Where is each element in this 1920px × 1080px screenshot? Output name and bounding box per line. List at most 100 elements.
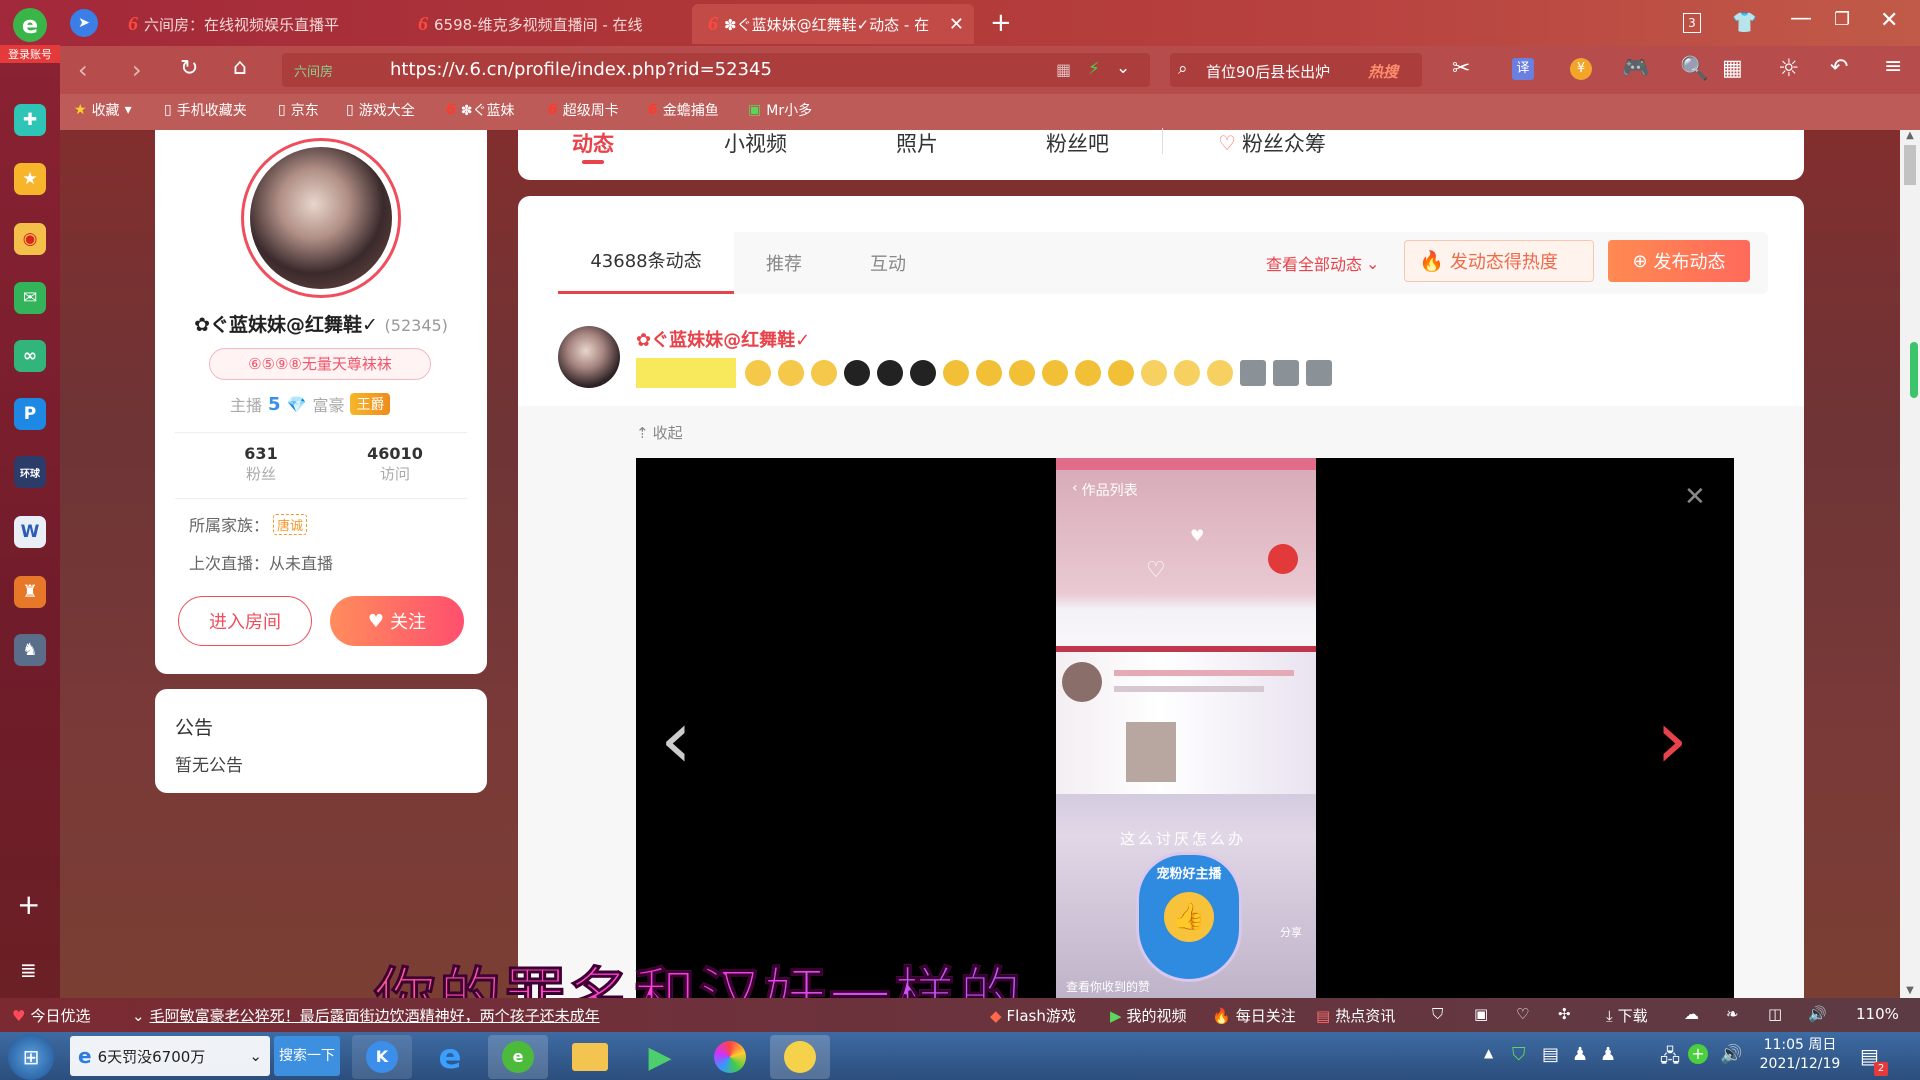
bookmark-fishing[interactable]: 6 金蟾捕鱼 <box>648 100 719 120</box>
taskbar-folder-icon[interactable] <box>560 1035 620 1079</box>
brightness-icon[interactable]: ☼ <box>1778 54 1800 82</box>
apps-grid-icon[interactable]: ▦ <box>1722 56 1743 81</box>
image-tool-icon[interactable]: ▣ <box>1474 1005 1488 1023</box>
bookmark-mobile[interactable]: ▯ 手机收藏夹 <box>164 100 247 120</box>
publish-button[interactable]: ⊕ 发布动态 <box>1608 240 1750 282</box>
shield-tool-icon[interactable]: ⛉ <box>1432 1005 1443 1023</box>
taskbar-ie-icon[interactable]: e <box>420 1035 480 1079</box>
mail-icon[interactable]: ✉ <box>14 282 46 314</box>
feed-tab-interaction[interactable]: 互动 <box>870 250 906 276</box>
taskbar-color-icon[interactable] <box>700 1035 760 1079</box>
login-account[interactable]: e 登录账号 <box>0 8 60 74</box>
fans-stat[interactable]: 631 粉丝 <box>221 444 301 484</box>
tray-doc-icon[interactable]: ▤ <box>1542 1044 1559 1065</box>
post-avatar[interactable] <box>558 326 620 388</box>
news-flash-games[interactable]: ◆ Flash游戏 <box>990 1005 1076 1026</box>
word-app-icon[interactable]: W <box>14 516 46 548</box>
tray-network-icon[interactable]: 🖧 <box>1660 1044 1680 1074</box>
cloud-tool-icon[interactable]: ☁ <box>1684 1005 1699 1023</box>
coin-icon[interactable]: ¥ <box>1570 58 1592 80</box>
nav-tab-crowdfund[interactable]: ♡ 粉丝众筹 <box>1218 128 1326 158</box>
heartbeat-tool-icon[interactable]: ♡ <box>1516 1005 1529 1023</box>
news-download[interactable]: ⤓ 下载 <box>1606 1005 1648 1026</box>
menu-icon[interactable]: ≡ <box>1884 54 1902 79</box>
start-button[interactable]: ⊞ <box>8 1034 54 1080</box>
url-text[interactable]: https://v.6.cn/profile/index.php?rid=523… <box>390 59 772 80</box>
family-badge[interactable]: 唐诚 <box>273 513 308 535</box>
qr-icon[interactable]: ▦ <box>1056 60 1071 79</box>
tab-profile-active[interactable]: 6 ✽ぐ蓝妹妹@红舞鞋✓动态 - 在 ✕ <box>692 4 974 44</box>
close-window-button[interactable]: ✕ <box>1880 8 1898 33</box>
news-my-videos[interactable]: ▶ 我的视频 <box>1110 1005 1187 1026</box>
chevron-down-icon[interactable]: ⌄ <box>1116 58 1130 78</box>
leaf-tool-icon[interactable]: ❧ <box>1726 1005 1739 1023</box>
taskbar-video-icon[interactable]: ▶ <box>630 1035 690 1079</box>
post-author[interactable]: ✿ぐ蓝妹妹@红舞鞋✓ <box>636 326 810 352</box>
news-daily-focus[interactable]: 🔥 每日关注 <box>1212 1005 1296 1026</box>
translate-icon[interactable]: 译 <box>1512 58 1534 80</box>
next-arrow-icon[interactable]: › <box>1656 700 1688 780</box>
enter-room-button[interactable]: 进入房间 <box>178 596 312 646</box>
taskbar-avatar-icon[interactable] <box>770 1035 830 1079</box>
reload-button[interactable]: ↻ <box>180 56 198 81</box>
nav-tab-fan-bar[interactable]: 粉丝吧 <box>1046 128 1109 158</box>
scroll-thumb[interactable] <box>1904 145 1916 185</box>
side-green-handle[interactable] <box>1910 342 1918 398</box>
address-bar[interactable]: 六间房 https://v.6.cn/profile/index.php?rid… <box>282 53 1150 87</box>
tray-volume-icon[interactable]: 🔊 <box>1720 1044 1742 1065</box>
gamepad-icon[interactable]: 🎮 <box>1622 56 1649 81</box>
nav-tab-photos[interactable]: 照片 <box>896 128 938 158</box>
bookmark-jd[interactable]: ▯ 京东 <box>278 100 319 120</box>
pp-app-icon[interactable]: P <box>14 398 46 430</box>
avatar[interactable] <box>241 138 401 298</box>
taskbar-k-icon[interactable]: K <box>352 1035 412 1079</box>
plus-app-icon[interactable]: ✚ <box>14 104 46 136</box>
undo-icon[interactable]: ↶ <box>1830 55 1848 80</box>
news-headline[interactable]: ⌄ 毛阿敏富豪老公猝死！最后露面街边饮酒精神好，两个孩子还未成年 <box>132 1005 600 1026</box>
sidebar-add-icon[interactable]: + <box>17 888 40 921</box>
tray-qq2-icon[interactable]: ♟ <box>1600 1044 1616 1065</box>
hot-post-button[interactable]: 🔥 发动态得热度 <box>1404 240 1594 282</box>
taskbar-ie-item[interactable]: e 6天罚没6700万 ⌄ <box>70 1036 270 1076</box>
news-app-icon[interactable]: 环球 <box>14 456 46 488</box>
taskbar-browser-icon[interactable]: e <box>488 1035 548 1079</box>
tab-6598-room[interactable]: 6 6598-维克多视频直播间 - 在线 <box>402 4 690 44</box>
search-tool-icon[interactable]: 🔍 <box>1680 55 1709 82</box>
game2-app-icon[interactable]: ♞ <box>14 634 46 666</box>
skin-icon[interactable]: 👕 <box>1732 10 1757 34</box>
scroll-up-icon[interactable]: ▲ <box>1900 130 1920 141</box>
follow-button[interactable]: ♥ 关注 <box>330 596 464 646</box>
prev-arrow-icon[interactable]: ‹ <box>660 700 692 780</box>
fan-medal[interactable]: ⑥⑤⑨⑧无量天尊袜袜 <box>209 348 431 380</box>
search-input[interactable]: 首位90后县长出炉 <box>1206 61 1330 82</box>
scissors-icon[interactable]: ✂ <box>1452 56 1470 81</box>
tray-shield-icon[interactable]: ⛉ <box>1512 1044 1526 1065</box>
page-scrollbar[interactable]: ▲ ▼ <box>1900 130 1920 998</box>
back-button[interactable]: ‹ <box>78 56 88 84</box>
nav-tab-feed[interactable]: 动态 <box>572 128 614 158</box>
taskbar-search-button[interactable]: 搜索一下 <box>274 1036 340 1076</box>
lightning-icon[interactable]: ⚡ <box>1088 59 1100 79</box>
hot-search-badge[interactable]: 热搜 <box>1368 61 1398 82</box>
zoom-level[interactable]: 110% <box>1856 1005 1899 1023</box>
restore-button[interactable]: ❐ <box>1834 9 1850 30</box>
nav-tab-short-videos[interactable]: 小视频 <box>724 128 787 158</box>
tray-qq-icon[interactable]: ♟ <box>1572 1044 1588 1065</box>
bookmark-weekly-card[interactable]: 6 超级周卡 <box>548 100 619 120</box>
favorites-app-icon[interactable]: ★ <box>14 163 46 195</box>
cloud-app-icon[interactable]: ∞ <box>14 340 46 372</box>
game-app-icon[interactable]: ♜ <box>14 576 46 608</box>
feed-tab-recommend[interactable]: 推荐 <box>766 250 802 276</box>
bookmark-mrxiaoduo[interactable]: ▣ Mr小多 <box>748 100 812 120</box>
fan-tool-icon[interactable]: ✣ <box>1558 1005 1571 1023</box>
news-today-picks[interactable]: ♥ 今日优选 <box>12 1005 90 1026</box>
tab-count-badge[interactable]: 3 <box>1683 13 1701 33</box>
tray-plus-icon[interactable]: + <box>1688 1044 1708 1064</box>
view-all-dropdown[interactable]: 查看全部动态 ⌄ <box>1266 251 1379 275</box>
news-hot-info[interactable]: ▤ 热点资讯 <box>1316 1005 1395 1026</box>
bookmark-games[interactable]: ▯ 游戏大全 <box>346 100 415 120</box>
home-button[interactable]: ⌂ <box>233 55 247 80</box>
close-tab-icon[interactable]: ✕ <box>949 14 964 35</box>
tab-liujianfang[interactable]: 6 六间房：在线视频娱乐直播平 <box>112 4 402 44</box>
window-tool-icon[interactable]: ◫ <box>1768 1005 1782 1023</box>
